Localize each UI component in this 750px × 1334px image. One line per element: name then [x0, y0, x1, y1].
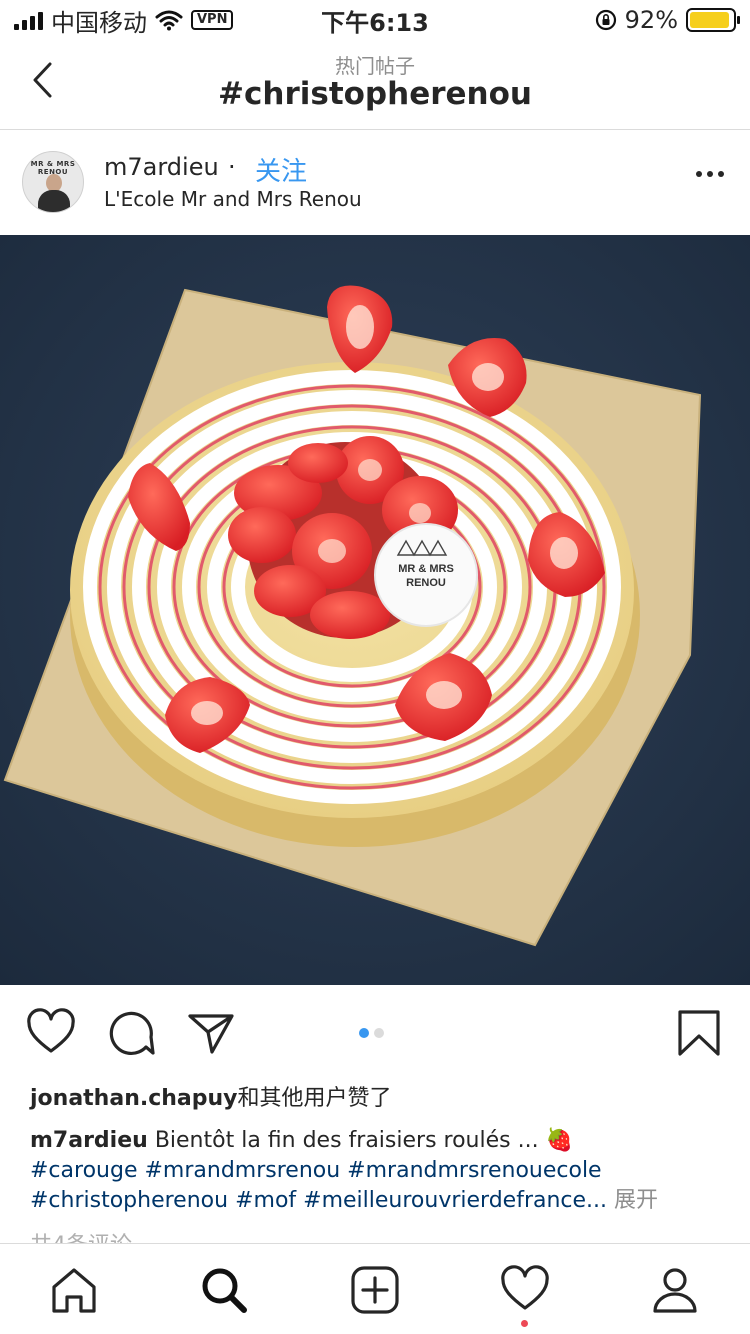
- bottom-tab-bar: [0, 1243, 750, 1334]
- post-header: MR & MRS RENOU m7ardieu · 关注 L'Ecole Mr …: [0, 131, 750, 235]
- caption-line-3: #christopherenou #mof #meilleurouvrierde…: [30, 1186, 730, 1216]
- plate-text-line2: RENOU: [406, 577, 446, 589]
- carousel-dot: [374, 1028, 384, 1038]
- more-dot: [707, 171, 713, 177]
- hashtag-link[interactable]: #meilleurouvrierdefrance...: [303, 1188, 607, 1213]
- user-icon: [653, 1268, 697, 1313]
- avatar[interactable]: MR & MRS RENOU: [22, 151, 84, 213]
- likes-suffix: 和其他用户赞了: [237, 1086, 392, 1111]
- comment-button[interactable]: [106, 1008, 156, 1058]
- save-button[interactable]: [674, 1008, 724, 1058]
- caption-line-2: #carouge #mrandmrsrenou #mrandmrsrenouec…: [30, 1156, 730, 1186]
- heart-icon: [27, 1008, 75, 1053]
- more-dot: [718, 171, 724, 177]
- caption-line-1: m7ardieu Bientôt la fin des fraisiers ro…: [30, 1126, 730, 1156]
- battery-icon: [686, 8, 740, 32]
- share-button[interactable]: [186, 1008, 236, 1058]
- more-options-button[interactable]: [696, 171, 724, 177]
- follow-button[interactable]: 关注: [255, 151, 307, 188]
- post-actions: [0, 1000, 750, 1070]
- carousel-indicator: [359, 1028, 384, 1038]
- likes-summary[interactable]: jonathan.chapuy和其他用户赞了: [30, 1080, 392, 1112]
- carrier-label: 中国移动: [51, 8, 147, 37]
- notification-dot: [521, 1320, 528, 1327]
- status-right: 92%: [595, 6, 740, 34]
- tab-search[interactable]: [198, 1264, 250, 1316]
- home-icon: [52, 1268, 96, 1313]
- post-photo[interactable]: MR & MRS RENOU: [0, 235, 750, 985]
- signal-icon: [14, 10, 43, 30]
- status-left: 中国移动 VPN: [14, 3, 234, 38]
- hashtag-link[interactable]: #mof: [235, 1188, 296, 1213]
- expand-link[interactable]: 展开: [614, 1188, 658, 1213]
- post-caption: m7ardieu Bientôt la fin des fraisiers ro…: [30, 1126, 730, 1216]
- tab-home[interactable]: [48, 1264, 100, 1316]
- post-username[interactable]: m7ardieu: [104, 153, 219, 181]
- search-icon: [202, 1268, 247, 1313]
- bookmark-icon: [678, 1010, 720, 1056]
- battery-percent: 92%: [624, 6, 678, 34]
- strawberry-emoji: 🍓: [545, 1128, 573, 1153]
- more-horizontal-icon: [696, 171, 702, 177]
- separator-dot: ·: [228, 153, 236, 181]
- hashtag-link[interactable]: #christopherenou: [30, 1188, 228, 1213]
- plate-text-line1: MR & MRS: [398, 563, 454, 575]
- heart-icon: [501, 1265, 549, 1310]
- nav-header: 热门帖子 #christopherenou: [0, 40, 750, 130]
- tab-profile[interactable]: [649, 1264, 701, 1316]
- wifi-icon: [155, 10, 183, 31]
- orientation-lock-icon: [595, 9, 616, 31]
- caption-username[interactable]: m7ardieu: [30, 1128, 148, 1153]
- battery-level: [690, 12, 729, 28]
- status-bar: 中国移动 VPN 下午6:13 92%: [0, 0, 750, 40]
- cake-photo: MR & MRS RENOU: [0, 235, 750, 985]
- tab-new-post[interactable]: [349, 1264, 401, 1316]
- like-button[interactable]: [26, 1008, 76, 1058]
- comment-icon: [109, 1011, 155, 1055]
- send-icon: [188, 1014, 234, 1054]
- hashtag-link[interactable]: #carouge: [30, 1158, 137, 1183]
- carousel-dot: [359, 1028, 369, 1038]
- hashtag-link[interactable]: #mrandmrsrenouecole: [347, 1158, 601, 1183]
- avatar-body: [38, 190, 70, 212]
- page-title: #christopherenou: [218, 76, 532, 112]
- post-location[interactable]: L'Ecole Mr and Mrs Renou: [104, 187, 362, 211]
- vpn-badge: VPN: [191, 10, 234, 30]
- likes-username[interactable]: jonathan.chapuy: [30, 1086, 238, 1111]
- caption-text: Bientôt la fin des fraisiers roulés ...: [154, 1128, 546, 1153]
- add-square-icon: [351, 1266, 399, 1314]
- hashtag-link[interactable]: #mrandmrsrenou: [144, 1158, 340, 1183]
- page-subtitle: 热门帖子: [335, 54, 415, 78]
- tab-activity[interactable]: [499, 1264, 551, 1316]
